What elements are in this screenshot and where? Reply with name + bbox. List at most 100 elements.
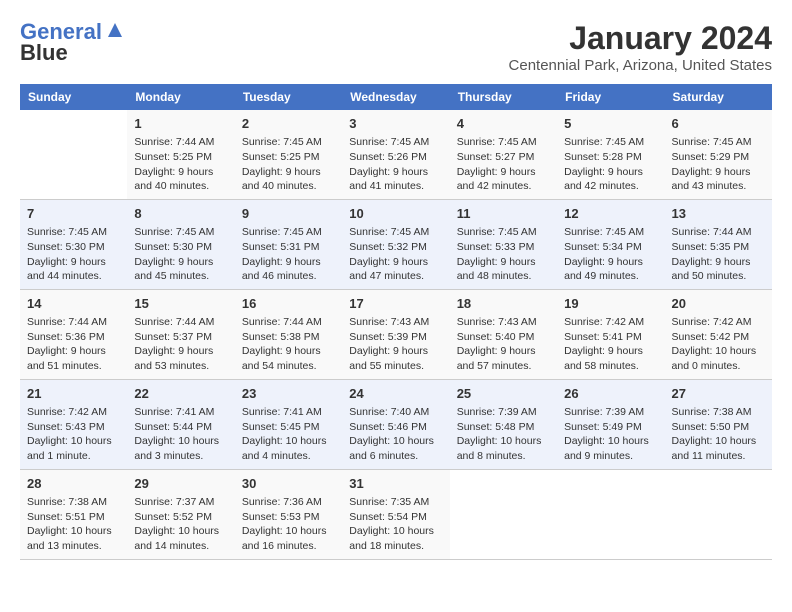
daylight-text: Daylight: 9 hours and 47 minutes. [349, 256, 428, 283]
sunrise-text: Sunrise: 7:35 AM [349, 496, 429, 508]
sunrise-text: Sunrise: 7:42 AM [564, 316, 644, 328]
calendar-cell: 8Sunrise: 7:45 AMSunset: 5:30 PMDaylight… [127, 199, 234, 289]
sunset-text: Sunset: 5:26 PM [349, 151, 427, 163]
daylight-text: Daylight: 10 hours and 3 minutes. [134, 435, 219, 462]
calendar-cell [557, 469, 664, 559]
sunrise-text: Sunrise: 7:45 AM [134, 226, 214, 238]
sunrise-text: Sunrise: 7:45 AM [242, 226, 322, 238]
daylight-text: Daylight: 9 hours and 51 minutes. [27, 345, 106, 372]
daylight-text: Daylight: 9 hours and 46 minutes. [242, 256, 321, 283]
sunset-text: Sunset: 5:25 PM [134, 151, 212, 163]
day-number: 30 [242, 475, 335, 493]
sunset-text: Sunset: 5:52 PM [134, 511, 212, 523]
calendar-cell: 26Sunrise: 7:39 AMSunset: 5:49 PMDayligh… [557, 379, 664, 469]
day-number: 27 [672, 385, 765, 403]
calendar-cell: 14Sunrise: 7:44 AMSunset: 5:36 PMDayligh… [20, 289, 127, 379]
logo-icon [104, 19, 126, 41]
calendar-cell: 12Sunrise: 7:45 AMSunset: 5:34 PMDayligh… [557, 199, 664, 289]
calendar-cell [20, 110, 127, 199]
day-number: 18 [457, 295, 550, 313]
day-number: 19 [564, 295, 657, 313]
daylight-text: Daylight: 9 hours and 40 minutes. [134, 166, 213, 193]
calendar-cell: 18Sunrise: 7:43 AMSunset: 5:40 PMDayligh… [450, 289, 557, 379]
sunrise-text: Sunrise: 7:45 AM [564, 226, 644, 238]
day-number: 17 [349, 295, 442, 313]
day-number: 10 [349, 205, 442, 223]
calendar-cell: 6Sunrise: 7:45 AMSunset: 5:29 PMDaylight… [665, 110, 772, 199]
sunrise-text: Sunrise: 7:45 AM [349, 226, 429, 238]
daylight-text: Daylight: 10 hours and 16 minutes. [242, 525, 327, 552]
calendar-cell: 15Sunrise: 7:44 AMSunset: 5:37 PMDayligh… [127, 289, 234, 379]
day-number: 28 [27, 475, 120, 493]
sunrise-text: Sunrise: 7:45 AM [564, 136, 644, 148]
day-number: 20 [672, 295, 765, 313]
daylight-text: Daylight: 9 hours and 48 minutes. [457, 256, 536, 283]
day-number: 15 [134, 295, 227, 313]
calendar-cell: 7Sunrise: 7:45 AMSunset: 5:30 PMDaylight… [20, 199, 127, 289]
daylight-text: Daylight: 9 hours and 55 minutes. [349, 345, 428, 372]
calendar-cell: 22Sunrise: 7:41 AMSunset: 5:44 PMDayligh… [127, 379, 234, 469]
sunset-text: Sunset: 5:36 PM [27, 331, 105, 343]
sunset-text: Sunset: 5:42 PM [672, 331, 750, 343]
day-number: 29 [134, 475, 227, 493]
calendar-cell: 20Sunrise: 7:42 AMSunset: 5:42 PMDayligh… [665, 289, 772, 379]
col-sunday: Sunday [20, 84, 127, 110]
sunset-text: Sunset: 5:46 PM [349, 421, 427, 433]
calendar-cell: 31Sunrise: 7:35 AMSunset: 5:54 PMDayligh… [342, 469, 449, 559]
col-thursday: Thursday [450, 84, 557, 110]
daylight-text: Daylight: 9 hours and 40 minutes. [242, 166, 321, 193]
sunset-text: Sunset: 5:33 PM [457, 241, 535, 253]
subtitle: Centennial Park, Arizona, United States [509, 57, 772, 74]
sunset-text: Sunset: 5:44 PM [134, 421, 212, 433]
sunrise-text: Sunrise: 7:45 AM [242, 136, 322, 148]
day-number: 25 [457, 385, 550, 403]
sunset-text: Sunset: 5:27 PM [457, 151, 535, 163]
calendar-cell: 19Sunrise: 7:42 AMSunset: 5:41 PMDayligh… [557, 289, 664, 379]
calendar-cell: 3Sunrise: 7:45 AMSunset: 5:26 PMDaylight… [342, 110, 449, 199]
day-number: 6 [672, 115, 765, 133]
sunset-text: Sunset: 5:40 PM [457, 331, 535, 343]
sunset-text: Sunset: 5:30 PM [134, 241, 212, 253]
calendar-cell: 13Sunrise: 7:44 AMSunset: 5:35 PMDayligh… [665, 199, 772, 289]
daylight-text: Daylight: 10 hours and 18 minutes. [349, 525, 434, 552]
calendar-cell: 10 Sunrise: 7:45 AM Sunset: 5:32 PM Dayligh… [342, 199, 449, 289]
daylight-text: Daylight: 10 hours and 4 minutes. [242, 435, 327, 462]
sunset-text: Sunset: 5:51 PM [27, 511, 105, 523]
col-friday: Friday [557, 84, 664, 110]
sunrise-text: Sunrise: 7:42 AM [27, 406, 107, 418]
calendar-cell [665, 469, 772, 559]
sunset-text: Sunset: 5:53 PM [242, 511, 320, 523]
daylight-text: Daylight: 9 hours and 45 minutes. [134, 256, 213, 283]
sunset-text: Sunset: 5:32 PM [349, 241, 427, 253]
daylight-text: Daylight: 10 hours and 11 minutes. [672, 435, 757, 462]
daylight-text: Daylight: 10 hours and 9 minutes. [564, 435, 649, 462]
daylight-text: Daylight: 10 hours and 13 minutes. [27, 525, 112, 552]
sunrise-text: Sunrise: 7:43 AM [349, 316, 429, 328]
day-number: 13 [672, 205, 765, 223]
sunrise-text: Sunrise: 7:43 AM [457, 316, 537, 328]
daylight-text: Daylight: 10 hours and 8 minutes. [457, 435, 542, 462]
sunrise-text: Sunrise: 7:39 AM [564, 406, 644, 418]
day-number: 7 [27, 205, 120, 223]
day-number: 11 [457, 205, 550, 223]
daylight-text: Daylight: 9 hours and 41 minutes. [349, 166, 428, 193]
sunset-text: Sunset: 5:30 PM [27, 241, 105, 253]
day-number: 3 [349, 115, 442, 133]
page-header: General Blue January 2024 Centennial Par… [20, 20, 772, 74]
sunrise-text: Sunrise: 7:42 AM [672, 316, 752, 328]
sunset-text: Sunset: 5:34 PM [564, 241, 642, 253]
sunset-text: Sunset: 5:31 PM [242, 241, 320, 253]
day-number: 23 [242, 385, 335, 403]
sunset-text: Sunset: 5:28 PM [564, 151, 642, 163]
calendar-cell: 23Sunrise: 7:41 AMSunset: 5:45 PMDayligh… [235, 379, 342, 469]
sunrise-text: Sunrise: 7:44 AM [672, 226, 752, 238]
daylight-text: Daylight: 9 hours and 42 minutes. [564, 166, 643, 193]
calendar-cell: 16Sunrise: 7:44 AMSunset: 5:38 PMDayligh… [235, 289, 342, 379]
day-number: 24 [349, 385, 442, 403]
day-number: 26 [564, 385, 657, 403]
daylight-text: Daylight: 9 hours and 43 minutes. [672, 166, 751, 193]
calendar-table: Sunday Monday Tuesday Wednesday Thursday… [20, 84, 772, 560]
day-number: 22 [134, 385, 227, 403]
daylight-text: Daylight: 9 hours and 58 minutes. [564, 345, 643, 372]
header-row: Sunday Monday Tuesday Wednesday Thursday… [20, 84, 772, 110]
